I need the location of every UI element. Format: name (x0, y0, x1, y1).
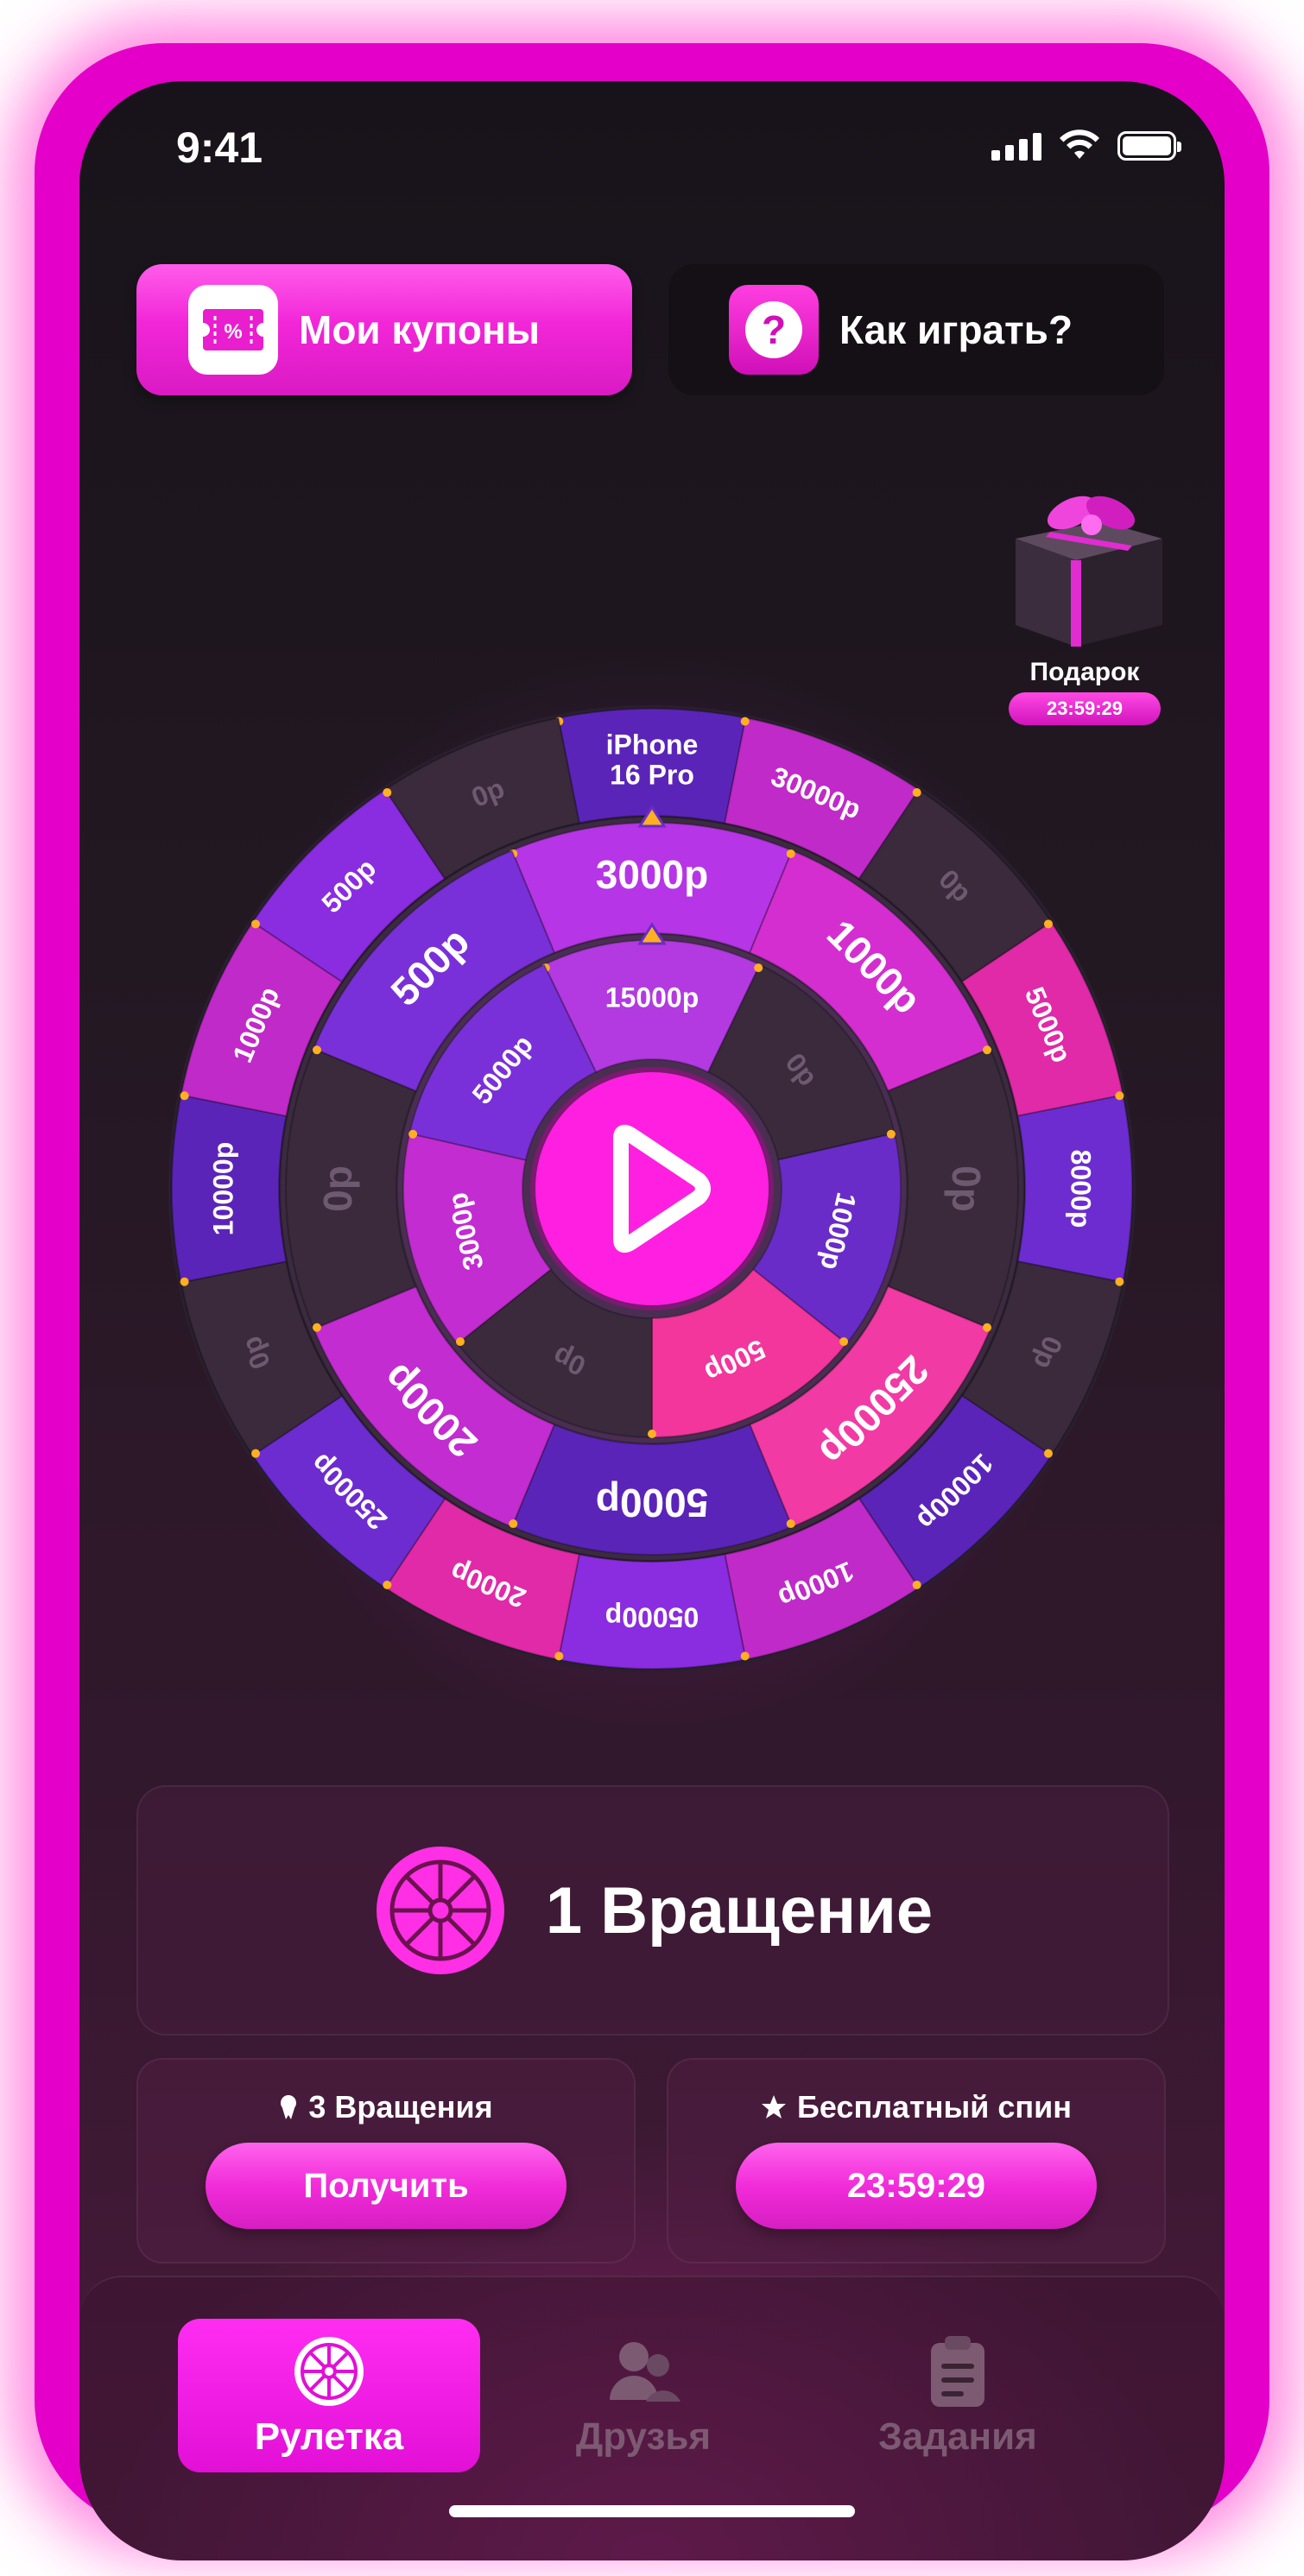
divider-dot (983, 1323, 992, 1332)
divider-dot (886, 1129, 896, 1139)
divider-dot (180, 1091, 189, 1101)
home-indicator (449, 2505, 855, 2517)
middle-ring-label: 3000р (596, 852, 708, 897)
free-spin-card: Бесплатный спин 23:59:29 (667, 2058, 1166, 2263)
tab-friends[interactable]: Друзья (492, 2319, 794, 2472)
gift-box-icon (998, 487, 1171, 651)
divider-dot (1115, 1091, 1124, 1101)
tab-roulette-label: Рулетка (254, 2415, 404, 2458)
how-to-play-button[interactable]: ? Как играть? (668, 264, 1164, 395)
medal-icon (281, 2095, 297, 2119)
outer-ring-label: 05000р (605, 1602, 699, 1633)
gift-widget[interactable]: Подарок 23:59:29 (995, 487, 1174, 725)
status-icons (991, 129, 1181, 161)
play-button[interactable] (530, 1067, 774, 1310)
wheel-icon (294, 2337, 364, 2406)
signal-icon (991, 133, 1041, 161)
spins-card: 1 Вращение (136, 1785, 1169, 2036)
divider-dot (408, 1129, 418, 1139)
three-spins-title: 3 Вращения (308, 2089, 493, 2125)
divider-dot (754, 963, 763, 973)
divider-dot (455, 1337, 465, 1347)
gift-label: Подарок (1029, 658, 1140, 686)
tab-bar: Рулетка Друзья Задания (79, 2276, 1225, 2560)
spins-count: 1 Вращение (545, 1873, 934, 1948)
svg-text:%: % (224, 320, 242, 344)
divider-dot (912, 788, 921, 798)
tab-friends-label: Друзья (575, 2415, 712, 2458)
question-icon: ? (729, 285, 819, 375)
battery-icon (1117, 131, 1181, 161)
my-coupons-label: Мои купоны (299, 307, 541, 352)
divider-dot (648, 1430, 656, 1438)
tab-roulette[interactable]: Рулетка (178, 2319, 480, 2472)
divider-dot (312, 1045, 321, 1055)
divider-dot (180, 1277, 189, 1286)
divider-dot (839, 1337, 849, 1347)
divider-dot (554, 1651, 564, 1661)
roulette-wheel[interactable]: iPhone 16 Pro 30000р0р5000р8000р0р10000р10… (166, 703, 1138, 1675)
wifi-icon (1060, 129, 1099, 159)
divider-dot (912, 1580, 921, 1589)
middle-ring-label: 5000р (596, 1481, 708, 1525)
divider-dot (251, 1449, 261, 1458)
divider-dot (740, 717, 750, 726)
wheel-icon (376, 1847, 504, 1974)
friends-icon (610, 2342, 680, 2402)
divider-dot (1043, 1449, 1053, 1458)
divider-dot (786, 1519, 795, 1529)
divider-dot (383, 1580, 392, 1589)
star-icon (762, 2095, 786, 2118)
divider-dot (251, 919, 261, 929)
outer-ring-label: 10000р (207, 1142, 238, 1236)
coupon-icon: % (188, 285, 278, 375)
free-spin-title: Бесплатный спин (797, 2089, 1072, 2125)
clipboard-icon (931, 2336, 984, 2407)
divider-dot (383, 788, 392, 798)
get-button[interactable]: Получить (206, 2143, 567, 2229)
divider-dot (1043, 919, 1053, 929)
my-coupons-button[interactable]: % Мои купоны (136, 264, 632, 395)
three-spins-card: 3 Вращения Получить (136, 2058, 636, 2263)
how-to-play-label: Как играть? (839, 307, 1073, 352)
middle-ring-label: 0р (944, 1165, 989, 1212)
phone-screen: 9:41 % Мои купоны ? Как играть? Подарок … (79, 81, 1225, 2560)
divider-dot (509, 1519, 518, 1529)
divider-dot (1115, 1277, 1124, 1286)
divider-dot (983, 1045, 992, 1055)
divider-dot (786, 849, 795, 858)
free-spin-timer-button[interactable]: 23:59:29 (736, 2143, 1097, 2229)
middle-ring-label: 0р (315, 1165, 360, 1212)
status-time: 9:41 (176, 123, 263, 172)
outer-ring-label: iPhone 16 Pro (606, 729, 699, 791)
divider-dot (312, 1323, 321, 1332)
inner-ring-label: 15000р (605, 982, 699, 1013)
divider-dot (740, 1651, 750, 1661)
tab-tasks[interactable]: Задания (807, 2319, 1109, 2472)
tab-tasks-label: Задания (878, 2415, 1037, 2458)
outer-ring-label: 8000р (1066, 1150, 1097, 1228)
